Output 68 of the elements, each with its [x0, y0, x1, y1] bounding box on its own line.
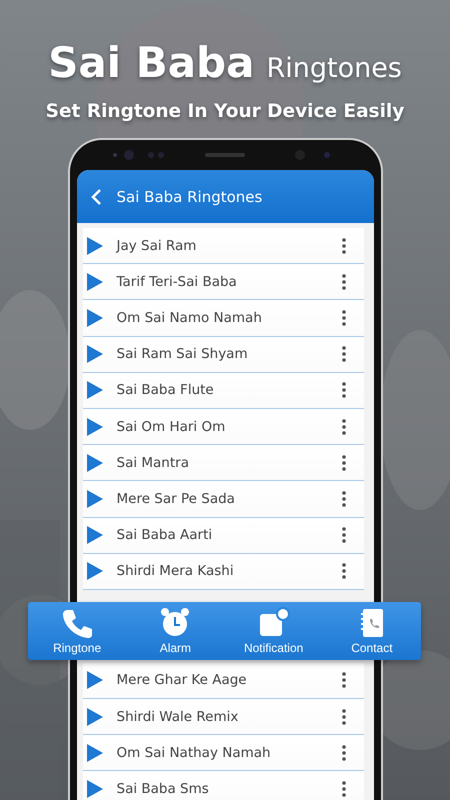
- more-options-icon[interactable]: [342, 346, 346, 362]
- play-icon[interactable]: [86, 744, 102, 762]
- app-subtitle: Ringtones: [266, 53, 402, 84]
- play-icon[interactable]: [86, 381, 102, 400]
- action-button[interactable]: Contact: [326, 607, 417, 655]
- play-icon[interactable]: [86, 780, 102, 798]
- tagline: Set Ringtone In Your Device Easily: [46, 101, 404, 122]
- more-options-icon[interactable]: [342, 490, 346, 507]
- ringtone-row[interactable]: Jay Sai Ram: [82, 228, 364, 264]
- ringtone-row[interactable]: Om Sai Nathay Namah: [82, 735, 364, 772]
- play-icon[interactable]: [86, 490, 102, 508]
- screen-title: Sai Baba Ringtones: [116, 188, 262, 206]
- play-icon[interactable]: [86, 562, 102, 580]
- more-options-icon[interactable]: [342, 781, 346, 798]
- ringtone-title: Jay Sai Ram: [116, 238, 198, 254]
- alarm-clock-icon: [159, 607, 192, 639]
- play-icon[interactable]: [86, 671, 102, 690]
- ringtone-row[interactable]: Mere Sar Pe Sada: [82, 481, 364, 518]
- ringtone-title: Mere Sar Pe Sada: [116, 490, 236, 507]
- ringtone-title: Shirdi Mera Kashi: [116, 563, 235, 580]
- ringtone-title: Sai Baba Sms: [116, 781, 210, 798]
- play-icon[interactable]: [86, 345, 102, 364]
- ringtone-title: Sai Baba Flute: [116, 382, 215, 398]
- app-title: Sai Baba: [48, 38, 254, 87]
- more-options-icon[interactable]: [342, 418, 346, 435]
- more-options-icon[interactable]: [342, 274, 346, 290]
- play-icon[interactable]: [86, 454, 102, 472]
- ringtone-title: Sai Baba Aarti: [116, 527, 214, 544]
- ringtone-row[interactable]: Sai Mantra: [82, 445, 364, 482]
- ringtone-row[interactable]: Sai Baba Aarti: [82, 518, 364, 554]
- ringtone-title: Om Sai Nathay Namah: [116, 744, 272, 761]
- action-button[interactable]: Alarm: [130, 607, 220, 655]
- ringtone-title: Mere Ghar Ke Aage: [116, 672, 248, 688]
- more-options-icon[interactable]: [342, 310, 346, 326]
- more-options-icon[interactable]: [342, 708, 346, 725]
- more-options-icon[interactable]: [342, 382, 346, 398]
- ringtone-row[interactable]: Shirdi Wale Remix: [82, 699, 364, 736]
- more-options-icon[interactable]: [342, 238, 346, 254]
- more-options-icon[interactable]: [342, 744, 346, 761]
- ringtone-row[interactable]: Sai Om Hari Om: [82, 408, 364, 446]
- more-options-icon[interactable]: [342, 563, 346, 580]
- play-icon[interactable]: [86, 526, 102, 544]
- ringtone-title: Tarif Teri-Sai Baba: [116, 274, 238, 290]
- ringtone-row[interactable]: Shirdi Mera Kashi: [82, 554, 364, 590]
- ringtone-title: Sai Mantra: [116, 454, 190, 471]
- play-icon[interactable]: [86, 418, 102, 436]
- action-button[interactable]: Notification: [228, 607, 319, 655]
- ringtone-title: Shirdi Wale Remix: [116, 708, 240, 725]
- ringtone-title: Sai Ram Sai Shyam: [116, 346, 249, 362]
- ringtone-row[interactable]: Sai Baba Sms: [82, 771, 364, 800]
- ringtone-row[interactable]: Sai Baba Flute: [82, 372, 364, 409]
- back-icon[interactable]: [88, 188, 102, 206]
- notification-icon: [258, 607, 290, 639]
- ringtone-title: Sai Om Hari Om: [116, 418, 226, 435]
- play-icon[interactable]: [86, 308, 102, 327]
- action-button[interactable]: Ringtone: [32, 607, 122, 655]
- phone-icon: [61, 607, 94, 639]
- ringtone-row[interactable]: Sai Ram Sai Shyam: [82, 336, 364, 373]
- ringtone-row[interactable]: Om Sai Namo Namah: [82, 300, 364, 337]
- play-icon[interactable]: [86, 272, 102, 291]
- more-options-icon[interactable]: [342, 672, 346, 688]
- more-options-icon[interactable]: [342, 527, 346, 544]
- ringtone-title: Om Sai Namo Namah: [116, 310, 263, 326]
- ringtone-row[interactable]: Mere Ghar Ke Aage: [82, 662, 364, 700]
- more-options-icon[interactable]: [342, 454, 346, 471]
- play-icon[interactable]: [86, 236, 102, 255]
- play-icon[interactable]: [86, 708, 102, 726]
- ringtone-row[interactable]: Tarif Teri-Sai Baba: [82, 264, 364, 300]
